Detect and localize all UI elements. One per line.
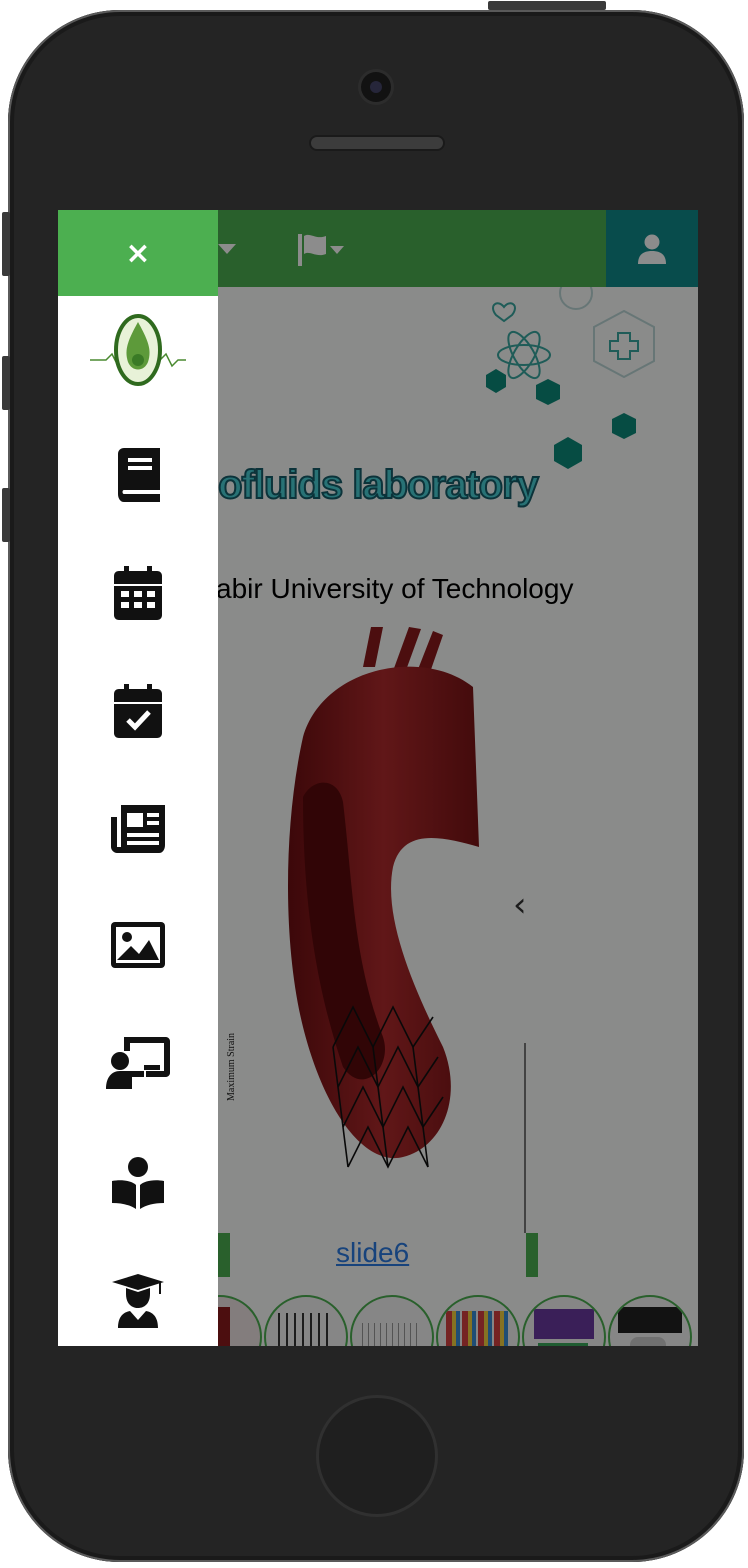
nav-item-courses[interactable] [58,1148,218,1218]
newspaper-icon [111,805,165,853]
volume-down-button [2,488,10,542]
lab-logo[interactable] [88,310,188,394]
phone-screen: iofluids laboratory abir University of T… [58,210,698,1346]
book-icon [118,448,160,502]
calendar-check-icon [114,684,162,738]
side-drawer: × [58,210,218,1346]
reader-icon [112,1157,164,1209]
drop-logo-icon [90,314,186,386]
calendar-grid-icon [114,566,162,620]
nav-item-news[interactable] [58,794,218,864]
nav-item-publications[interactable] [58,440,218,510]
nav-item-teaching[interactable] [58,1028,218,1098]
home-button[interactable] [316,1395,438,1517]
nav-item-calendar[interactable] [58,558,218,628]
earpiece-speaker [311,137,443,149]
nav-item-events[interactable] [58,676,218,746]
volume-up-button [2,356,10,410]
mute-switch [2,212,10,276]
graduate-icon [112,1274,164,1328]
teacher-presentation-icon [106,1037,170,1089]
front-camera [361,72,391,102]
close-drawer-button[interactable]: × [58,210,218,296]
image-icon [111,922,165,968]
nav-item-students[interactable] [58,1266,218,1336]
power-button [488,1,606,10]
nav-item-gallery[interactable] [58,910,218,980]
close-icon: × [125,235,151,271]
